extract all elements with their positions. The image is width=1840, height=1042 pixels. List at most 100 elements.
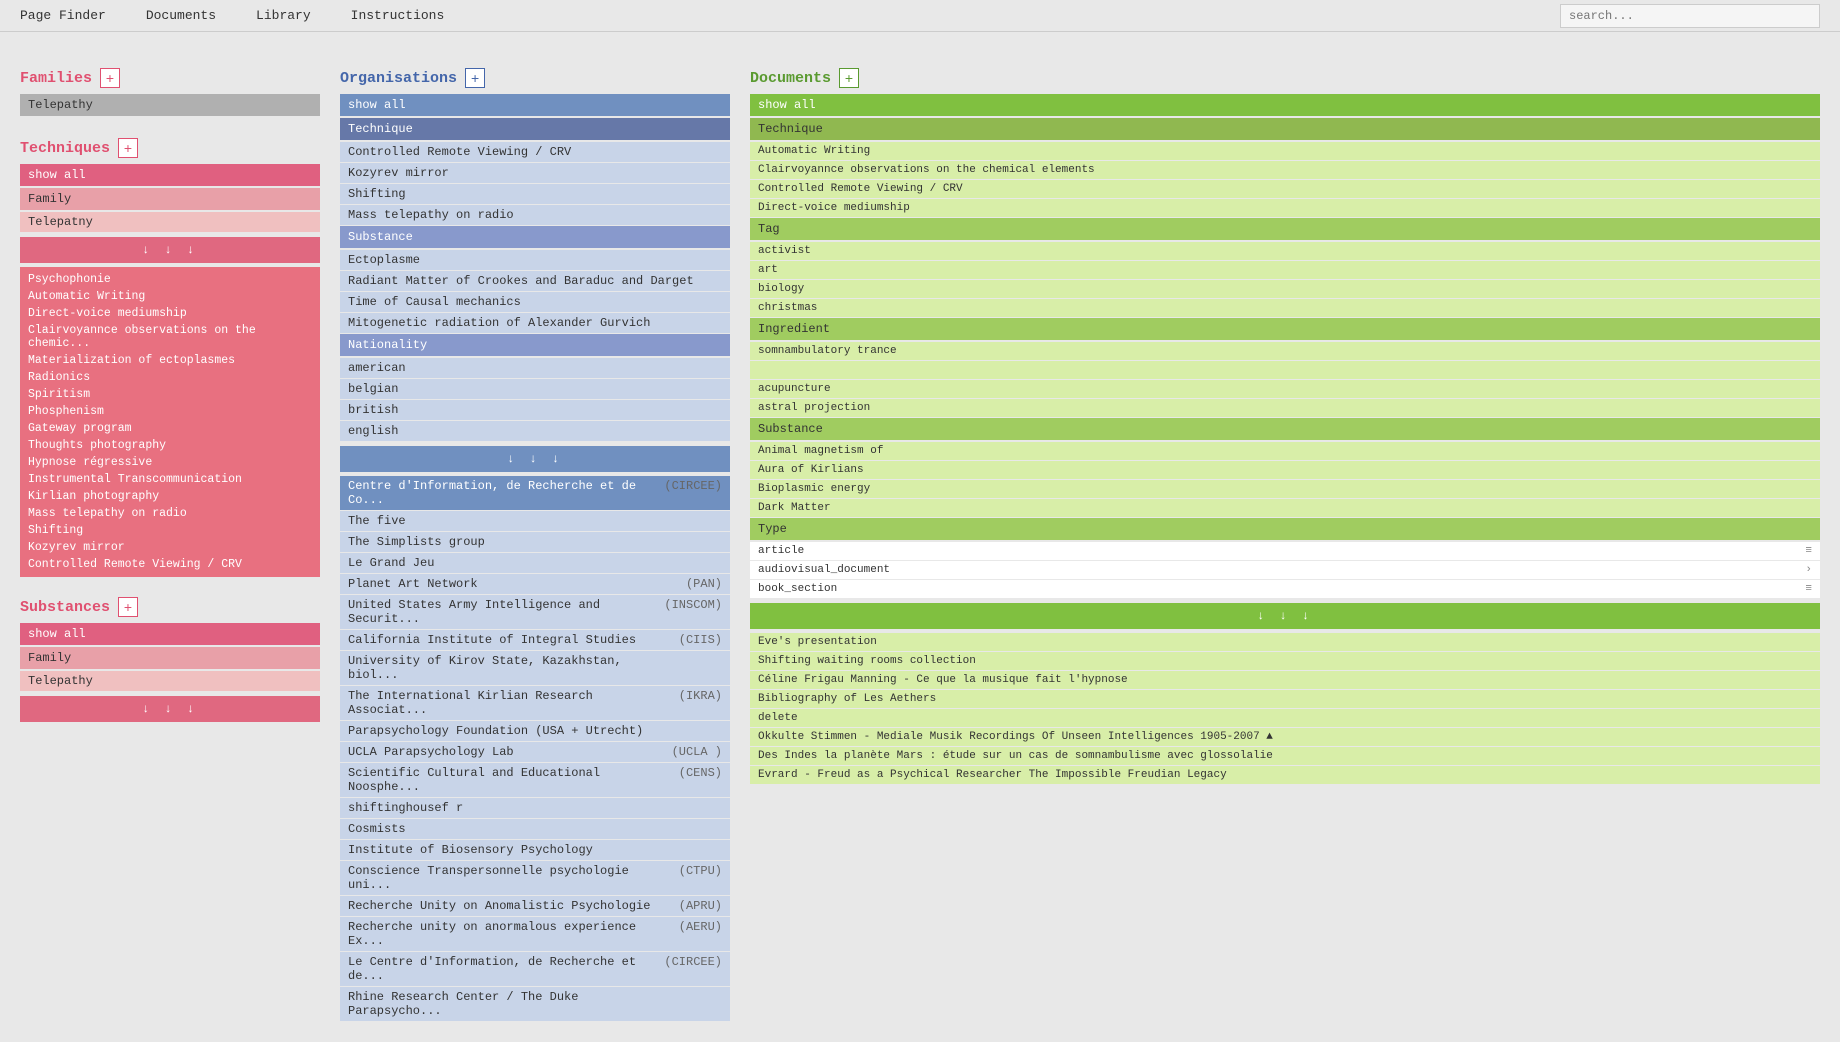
org-nationality-item[interactable]: british	[340, 400, 730, 420]
org-technique-item[interactable]: Kozyrev mirror	[340, 163, 730, 183]
doc-tag-item[interactable]: activist	[750, 242, 1820, 260]
org-item[interactable]: University of Kirov State, Kazakhstan, b…	[340, 651, 730, 685]
org-item[interactable]: Recherche Unity on Anomalistic Psycholog…	[340, 896, 730, 916]
org-item[interactable]: United States Army Intelligence and Secu…	[340, 595, 730, 629]
list-item[interactable]: Kozyrev mirror	[20, 539, 320, 556]
search-input[interactable]	[1560, 4, 1820, 28]
org-item[interactable]: California Institute of Integral Studies…	[340, 630, 730, 650]
nav-page-finder[interactable]: Page Finder	[20, 8, 106, 23]
doc-final-item[interactable]: Shifting waiting rooms collection	[750, 652, 1820, 670]
documents-add-button[interactable]: +	[839, 68, 859, 88]
techniques-show-all[interactable]: show all	[20, 164, 320, 186]
org-item[interactable]: Rhine Research Center / The Duke Parapsy…	[340, 987, 730, 1021]
doc-ingredient-item[interactable]	[750, 361, 1820, 379]
org-item[interactable]: Centre d'Information, de Recherche et de…	[340, 476, 730, 510]
org-item[interactable]: Scientific Cultural and Educational Noos…	[340, 763, 730, 797]
list-item[interactable]: Psychophonie	[20, 271, 320, 288]
org-abbr	[662, 822, 722, 836]
doc-type-item[interactable]: book_section	[750, 580, 1820, 598]
org-nationality-item[interactable]: belgian	[340, 379, 730, 399]
organisations-add-button[interactable]: +	[465, 68, 485, 88]
org-item[interactable]: Cosmists	[340, 819, 730, 839]
substances-add-button[interactable]: +	[118, 597, 138, 617]
org-item[interactable]: UCLA Parapsychology Lab(UCLA )	[340, 742, 730, 762]
doc-final-item[interactable]: Evrard - Freud as a Psychical Researcher…	[750, 766, 1820, 784]
techniques-family-item[interactable]: Telepatny	[20, 212, 320, 232]
doc-technique-item[interactable]: Automatic Writing	[750, 142, 1820, 160]
nav-library[interactable]: Library	[256, 8, 311, 23]
doc-final-item[interactable]: Des Indes la planète Mars : étude sur un…	[750, 747, 1820, 765]
list-item[interactable]: Kirlian photography	[20, 488, 320, 505]
org-technique-item[interactable]: Mass telepathy on radio	[340, 205, 730, 225]
org-item[interactable]: Parapsychology Foundation (USA + Utrecht…	[340, 721, 730, 741]
substances-family-item[interactable]: Telepathy	[20, 671, 320, 691]
doc-technique-item[interactable]: Direct-voice mediumship	[750, 199, 1820, 217]
organisations-arrows-button[interactable]: ↓ ↓ ↓	[340, 446, 730, 472]
list-item[interactable]: Automatic Writing	[20, 288, 320, 305]
org-item[interactable]: The Simplists group	[340, 532, 730, 552]
doc-ingredient-item[interactable]: astral projection	[750, 399, 1820, 417]
list-item[interactable]: Hypnose régressive	[20, 454, 320, 471]
doc-type-item[interactable]: audiovisual_document	[750, 561, 1820, 579]
org-name: Recherche Unity on Anomalistic Psycholog…	[348, 899, 654, 913]
documents-show-all[interactable]: show all	[750, 94, 1820, 116]
list-item[interactable]: Instrumental Transcommunication	[20, 471, 320, 488]
org-technique-item[interactable]: Shifting	[340, 184, 730, 204]
org-item[interactable]: Planet Art Network(PAN)	[340, 574, 730, 594]
list-item[interactable]: Materialization of ectoplasmes	[20, 352, 320, 369]
list-item[interactable]: Thoughts photography	[20, 437, 320, 454]
substances-arrows-button[interactable]: ↓ ↓ ↓	[20, 696, 320, 722]
org-abbr: (CIRCEE)	[662, 479, 722, 507]
doc-tag-item[interactable]: art	[750, 261, 1820, 279]
doc-ingredient-item[interactable]: somnambulatory trance	[750, 342, 1820, 360]
families-add-button[interactable]: +	[100, 68, 120, 88]
doc-technique-item[interactable]: Clairvoyannce observations on the chemic…	[750, 161, 1820, 179]
doc-final-item[interactable]: Eve's presentation	[750, 633, 1820, 651]
documents-arrows-button[interactable]: ↓ ↓ ↓	[750, 603, 1820, 629]
org-item[interactable]: The International Kirlian Research Assoc…	[340, 686, 730, 720]
doc-substance-item[interactable]: Dark Matter	[750, 499, 1820, 517]
doc-type-item[interactable]: article	[750, 542, 1820, 560]
doc-substance-item[interactable]: Animal magnetism of	[750, 442, 1820, 460]
doc-tag-item[interactable]: christmas	[750, 299, 1820, 317]
doc-tag-item[interactable]: biology	[750, 280, 1820, 298]
substances-show-all[interactable]: show all	[20, 623, 320, 645]
doc-final-item[interactable]: Céline Frigau Manning - Ce que la musiqu…	[750, 671, 1820, 689]
list-item[interactable]: Gateway program	[20, 420, 320, 437]
list-item[interactable]: Mass telepathy on radio	[20, 505, 320, 522]
org-item[interactable]: Le Centre d'Information, de Recherche et…	[340, 952, 730, 986]
list-item[interactable]: Shifting	[20, 522, 320, 539]
org-substance-item[interactable]: Ectoplasme	[340, 250, 730, 270]
org-substance-item[interactable]: Mitogenetic radiation of Alexander Gurvi…	[340, 313, 730, 333]
nav-documents[interactable]: Documents	[146, 8, 216, 23]
org-item[interactable]: Conscience Transpersonnelle psychologie …	[340, 861, 730, 895]
list-item[interactable]: Clairvoyannce observations on the chemic…	[20, 322, 320, 352]
list-item[interactable]: Spiritism	[20, 386, 320, 403]
org-item[interactable]: The five	[340, 511, 730, 531]
organisations-show-all[interactable]: show all	[340, 94, 730, 116]
list-item[interactable]: Phosphenism	[20, 403, 320, 420]
doc-technique-item[interactable]: Controlled Remote Viewing / CRV	[750, 180, 1820, 198]
techniques-add-button[interactable]: +	[118, 138, 138, 158]
doc-substance-item[interactable]: Bioplasmic energy	[750, 480, 1820, 498]
list-item[interactable]: Radionics	[20, 369, 320, 386]
org-item[interactable]: Le Grand Jeu	[340, 553, 730, 573]
techniques-arrows-button[interactable]: ↓ ↓ ↓	[20, 237, 320, 263]
family-tag-telepathy[interactable]: Telepathy	[20, 94, 320, 116]
org-nationality-item[interactable]: english	[340, 421, 730, 441]
org-substance-item[interactable]: Time of Causal mechanics	[340, 292, 730, 312]
list-item[interactable]: Controlled Remote Viewing / CRV	[20, 556, 320, 573]
org-item[interactable]: Institute of Biosensory Psychology	[340, 840, 730, 860]
doc-substance-item[interactable]: Aura of Kirlians	[750, 461, 1820, 479]
org-nationality-item[interactable]: american	[340, 358, 730, 378]
doc-final-item[interactable]: delete	[750, 709, 1820, 727]
doc-final-item[interactable]: Okkulte Stimmen - Mediale Musik Recordin…	[750, 728, 1820, 746]
org-item[interactable]: Recherche unity on anormalous experience…	[340, 917, 730, 951]
org-item[interactable]: shiftinghousef r	[340, 798, 730, 818]
org-substance-item[interactable]: Radiant Matter of Crookes and Baraduc an…	[340, 271, 730, 291]
org-technique-item[interactable]: Controlled Remote Viewing / CRV	[340, 142, 730, 162]
doc-final-item[interactable]: Bibliography of Les Aethers	[750, 690, 1820, 708]
doc-ingredient-item[interactable]: acupuncture	[750, 380, 1820, 398]
nav-instructions[interactable]: Instructions	[351, 8, 445, 23]
list-item[interactable]: Direct-voice mediumship	[20, 305, 320, 322]
